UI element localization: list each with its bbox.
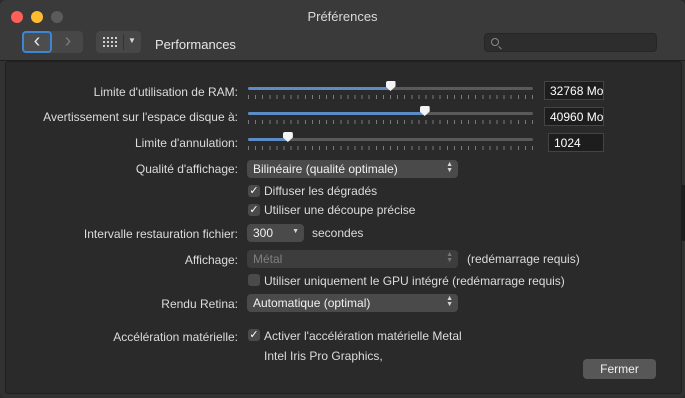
file-recovery-value: 300 — [253, 226, 274, 240]
show-all-button[interactable]: ▼ — [96, 31, 141, 53]
gpu-device-name: Intel Iris Pro Graphics, — [264, 349, 383, 363]
hw-accel-option-label: Activer l'accélération matérielle Metal — [264, 329, 462, 343]
window-title: Préférences — [307, 9, 378, 24]
ram-limit-field[interactable]: 32768 Mo — [544, 81, 604, 100]
undo-limit-label: Limite d'annulation: — [134, 136, 238, 150]
pane-title: Performances — [155, 37, 236, 52]
forward-button[interactable]: › — [53, 31, 83, 53]
integrated-gpu-label: Utiliser uniquement le GPU intégré (redé… — [264, 274, 565, 288]
slider-fill — [248, 87, 391, 90]
precise-clipping-checkbox[interactable]: ✓ — [248, 204, 260, 216]
back-button[interactable]: ‹ — [22, 31, 52, 53]
nav-buttons: ‹ › — [22, 31, 83, 53]
hw-accel-checkbox[interactable]: ✓ — [248, 329, 260, 341]
chevron-left-icon: ‹ — [33, 30, 41, 52]
updown-arrows-icon: ▲ ▼ — [446, 251, 453, 264]
retina-label: Rendu Retina: — [161, 297, 238, 311]
ram-limit-label: Limite d'utilisation de RAM: — [93, 85, 238, 99]
slider-fill — [248, 112, 425, 115]
chevron-right-icon: › — [64, 30, 72, 52]
titlebar: Préférences ‹ › ▼ Performances — [0, 0, 685, 61]
retina-select[interactable]: Automatique (optimal) ▲ ▼ — [247, 294, 458, 312]
close-button[interactable]: Fermer — [583, 359, 656, 379]
display-label: Affichage: — [184, 253, 238, 267]
file-recovery-unit: secondes — [312, 226, 364, 240]
disk-warning-slider[interactable] — [248, 106, 533, 116]
hw-accel-label: Accélération matérielle: — [113, 330, 238, 344]
retina-value: Automatique (optimal) — [253, 296, 371, 310]
dither-gradients-checkbox[interactable]: ✓ — [248, 185, 260, 197]
search-icon — [491, 38, 499, 46]
display-note: (redémarrage requis) — [467, 252, 580, 266]
display-quality-value: Bilinéaire (qualité optimale) — [253, 162, 398, 176]
undo-limit-slider[interactable] — [248, 132, 533, 142]
display-select: Métal ▲ ▼ — [247, 250, 458, 268]
caret-down-icon: ▼ — [292, 228, 299, 235]
display-quality-select[interactable]: Bilinéaire (qualité optimale) ▲ ▼ — [247, 160, 458, 178]
scrollbar[interactable] — [681, 185, 685, 241]
ram-limit-slider[interactable] — [248, 81, 533, 91]
dither-gradients-label: Diffuser les dégradés — [264, 184, 378, 198]
slider-ticks — [248, 146, 533, 150]
precise-clipping-label: Utiliser une découpe précise — [264, 203, 416, 217]
slider-ticks — [248, 120, 533, 124]
disk-warning-label: Avertissement sur l'espace disque à: — [43, 110, 238, 124]
grid-icon — [103, 37, 119, 47]
display-value: Métal — [253, 252, 283, 266]
slider-ticks — [248, 95, 533, 99]
preferences-window: Préférences ‹ › ▼ Performances Limite d'… — [0, 0, 685, 398]
file-recovery-select[interactable]: 300 ▼ — [247, 224, 304, 242]
caret-down-icon: ▼ — [128, 36, 136, 45]
search-field[interactable] — [484, 33, 657, 52]
updown-arrows-icon: ▲ ▼ — [446, 161, 453, 174]
divider — [123, 34, 124, 50]
updown-arrows-icon: ▲ ▼ — [446, 295, 453, 308]
integrated-gpu-checkbox[interactable] — [248, 274, 260, 286]
undo-limit-field[interactable]: 1024 — [548, 133, 604, 152]
display-quality-label: Qualité d'affichage: — [135, 162, 238, 176]
file-recovery-label: Intervalle restauration fichier: — [83, 227, 238, 241]
disk-warning-field[interactable]: 40960 Mo — [544, 107, 604, 126]
slider-fill — [248, 138, 288, 141]
